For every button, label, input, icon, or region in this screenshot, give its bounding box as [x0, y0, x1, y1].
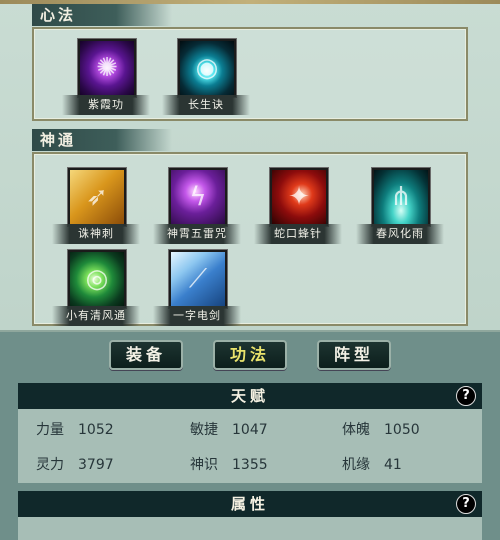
purple-vortex-icon: ✺ — [78, 39, 136, 97]
talent-title-bar: 天赋 ? — [18, 383, 482, 409]
purple-lightning-icon: ϟ — [169, 168, 227, 226]
stat-physique: 体魄 1050 — [342, 419, 420, 439]
green-wind-icon: ◎ — [68, 250, 126, 308]
stat-agility: 敏捷 1047 — [190, 419, 268, 439]
talent-body: 力量 1052 敏捷 1047 体魄 1050 灵力 3797 神识 1355 机缘 41 — [18, 409, 482, 483]
skill-slot-zixiagong[interactable]: ✺ 紫霞功 — [62, 39, 150, 119]
talent-help-icon[interactable]: ? — [456, 386, 476, 406]
golden-spear-icon: ➶ — [68, 168, 126, 226]
blue-sword-icon: ⟋ — [169, 250, 227, 308]
cyan-orb-icon: ◉ — [178, 39, 236, 97]
skill-label: 春风化雨 — [356, 224, 444, 244]
skill-label: 小有清风通 — [52, 306, 140, 326]
stat-label: 神识 — [190, 457, 218, 473]
tab-formation[interactable]: 阵型 — [317, 340, 391, 370]
skill-slot-chunfenghuayu[interactable]: ⋔ 春风化雨 — [356, 168, 444, 248]
stat-strength: 力量 1052 — [36, 419, 114, 439]
stat-label: 力量 — [36, 422, 64, 438]
skill-label: 紫霞功 — [62, 95, 150, 115]
stat-value: 3797 — [78, 457, 114, 473]
stat-spirit: 灵力 3797 — [36, 454, 114, 474]
skill-slot-changshengjue[interactable]: ◉ 长生诀 — [162, 39, 250, 119]
xinfa-box: ✺ 紫霞功 ◉ 长生诀 — [32, 27, 468, 121]
skill-label: 一字电剑 — [153, 306, 241, 326]
skill-slot-xiaoyouqingfengtong[interactable]: ◎ 小有清风通 — [52, 250, 140, 330]
skill-slot-zhushenci[interactable]: ➶ 诛神刺 — [52, 168, 140, 248]
xinfa-header: 心法 — [32, 4, 172, 26]
stat-value: 1355 — [232, 457, 268, 473]
attributes-help-icon[interactable]: ? — [456, 494, 476, 514]
shentong-header: 神通 — [32, 129, 172, 151]
stat-fortune: 机缘 41 — [342, 454, 402, 474]
stat-perception: 神识 1355 — [190, 454, 268, 474]
stat-value: 1047 — [232, 422, 268, 438]
tab-skills[interactable]: 功法 — [213, 340, 287, 370]
stat-value: 1052 — [78, 422, 114, 438]
stat-value: 1050 — [384, 422, 420, 438]
skill-slot-shekoufengzhen[interactable]: ✦ 蛇口蜂针 — [254, 168, 342, 248]
attributes-title-bar: 属性 ? — [18, 491, 482, 517]
stat-label: 敏捷 — [190, 422, 218, 438]
shentong-box: ➶ 诛神刺 ϟ 神霄五雷咒 ✦ 蛇口蜂针 ⋔ 春风化雨 ◎ 小有清风通 ⟋ 一字… — [32, 152, 468, 326]
skill-label: 神霄五雷咒 — [153, 224, 241, 244]
tab-equipment[interactable]: 装备 — [109, 340, 183, 370]
stat-label: 体魄 — [342, 422, 370, 438]
red-needle-icon: ✦ — [270, 168, 328, 226]
teal-rain-icon: ⋔ — [372, 168, 430, 226]
skill-slot-yizidianjian[interactable]: ⟋ 一字电剑 — [153, 250, 241, 330]
talent-title: 天赋 — [230, 387, 269, 405]
skill-slot-shenxiao[interactable]: ϟ 神霄五雷咒 — [153, 168, 241, 248]
attributes-body — [18, 517, 482, 540]
attributes-title: 属性 — [230, 495, 269, 513]
skill-label: 长生诀 — [162, 95, 250, 115]
skill-label: 蛇口蜂针 — [254, 224, 342, 244]
stat-value: 41 — [384, 457, 402, 473]
skills-panel: 心法 ✺ 紫霞功 ◉ 长生诀 神通 ➶ 诛神刺 ϟ 神霄五雷咒 ✦ 蛇口蜂针 ⋔… — [0, 0, 500, 332]
stat-label: 灵力 — [36, 457, 64, 473]
stat-label: 机缘 — [342, 457, 370, 473]
skill-label: 诛神刺 — [52, 224, 140, 244]
